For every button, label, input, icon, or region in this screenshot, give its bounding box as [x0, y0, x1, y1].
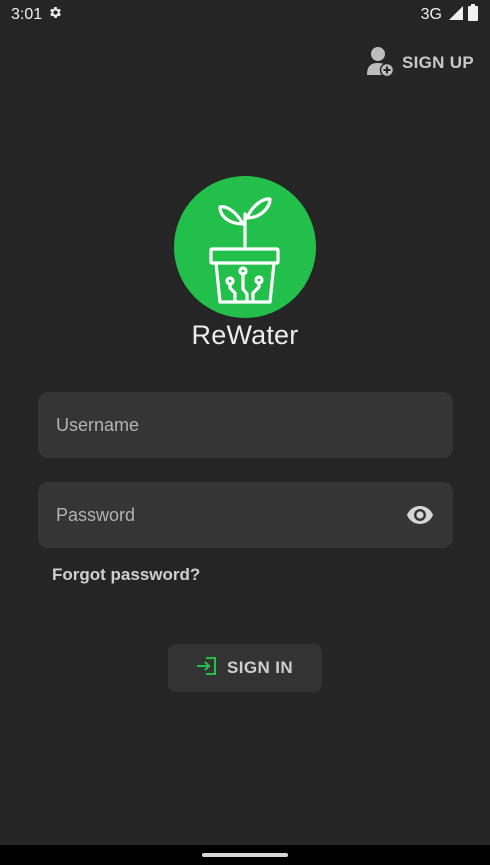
navigation-bar [0, 845, 490, 865]
status-right: 3G [421, 4, 478, 26]
sign-in-label: SIGN IN [226, 658, 294, 677]
password-field-container [38, 482, 453, 548]
signal-icon [447, 5, 463, 26]
plant-pot-circuit-icon [209, 197, 280, 304]
password-input[interactable] [56, 504, 405, 526]
sign-up-label: SIGN UP [401, 53, 474, 72]
username-input[interactable] [56, 414, 435, 436]
status-left: 3:01 [11, 5, 63, 25]
app-logo [174, 176, 316, 318]
sign-in-button[interactable]: SIGN IN [168, 644, 322, 692]
eye-icon[interactable] [405, 500, 435, 530]
status-time: 3:01 [11, 6, 43, 23]
username-field-container [38, 392, 453, 458]
login-arrow-icon [196, 656, 217, 680]
settings-gear-icon [48, 5, 63, 25]
home-handle[interactable] [202, 853, 288, 857]
status-bar: 3:01 3G [0, 0, 490, 30]
forgot-password-link[interactable]: Forgot password? [52, 565, 200, 585]
battery-icon [468, 4, 478, 26]
app-name: ReWater [191, 320, 299, 350]
network-type: 3G [420, 6, 442, 23]
add-user-icon [366, 45, 395, 82]
sign-up-button[interactable]: SIGN UP [366, 44, 474, 82]
